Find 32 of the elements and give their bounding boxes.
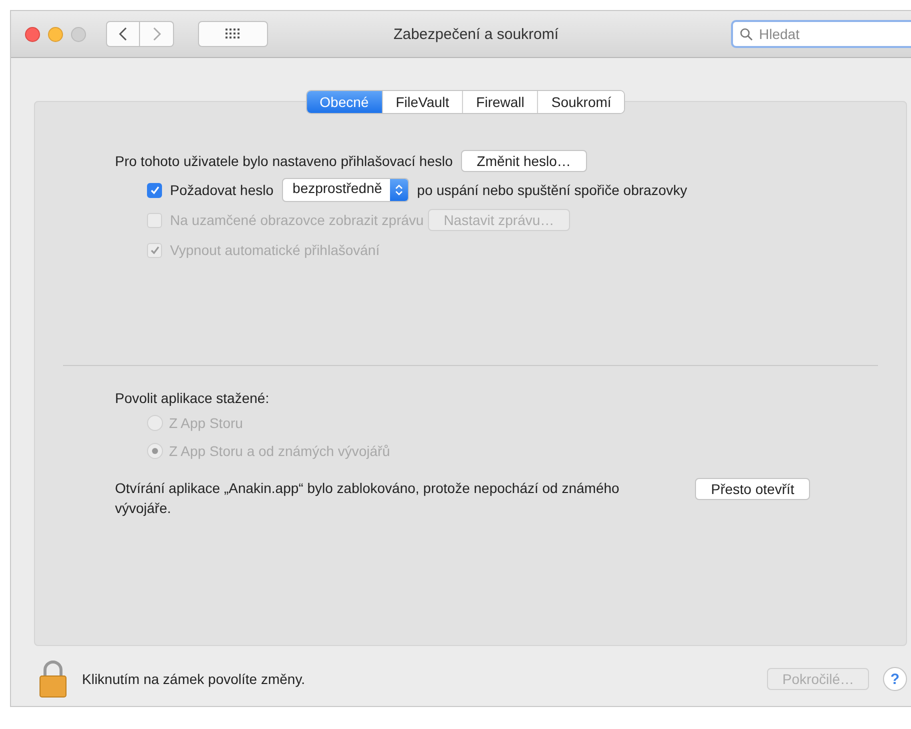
chevron-right-icon — [152, 27, 160, 41]
checkbox[interactable] — [147, 182, 162, 198]
checkmark-icon — [150, 185, 160, 195]
delay-dropdown[interactable]: bezprostředně — [282, 178, 410, 202]
search-icon — [740, 28, 753, 41]
forward-button[interactable] — [140, 21, 174, 47]
checkbox-label: Vypnout automatické přihlašování — [170, 242, 380, 258]
radio-label: Z App Storu a od známých vývojářů — [169, 443, 390, 459]
radio-label: Z App Storu — [169, 415, 243, 431]
checkbox-label: Na uzamčené obrazovce zobrazit zprávu — [170, 212, 424, 228]
padlock-icon[interactable] — [38, 660, 68, 698]
checkbox-label: Požadovat heslo — [170, 182, 274, 198]
checkmark-icon — [150, 245, 160, 255]
chevron-left-icon — [119, 27, 127, 41]
help-button[interactable]: ? — [883, 667, 907, 691]
minimize-button[interactable] — [48, 26, 63, 42]
delay-suffix-label: po uspání nebo spuštění spořiče obrazovky — [417, 182, 688, 198]
downloads-label: Povolit aplikace stažené: — [115, 390, 270, 406]
grid-icon — [225, 28, 241, 40]
tab[interactable]: Soukromí — [537, 91, 624, 113]
back-button[interactable] — [106, 21, 140, 47]
zoom-button[interactable] — [71, 26, 86, 42]
window-title: Zabezpečení a soukromí — [393, 26, 559, 42]
password-label: Pro tohoto uživatele bylo nastaveno přihlašovací heslo — [115, 153, 453, 169]
stepper-icon — [390, 179, 408, 201]
search-field[interactable]: Hledat — [731, 20, 911, 48]
close-button[interactable] — [25, 26, 40, 42]
open-anyway-button[interactable]: Přesto otevřít — [695, 478, 810, 500]
change-password-button[interactable]: Změnit heslo… — [460, 150, 587, 172]
lock-hint: Kliknutím na zámek povolíte změny. — [82, 671, 306, 687]
blocked-app-message: Otvírání aplikace „Anakin.app“ bylo zablokováno, protože nepochází od známého vývojáře. — [115, 479, 620, 518]
show-all-button[interactable] — [198, 21, 268, 47]
